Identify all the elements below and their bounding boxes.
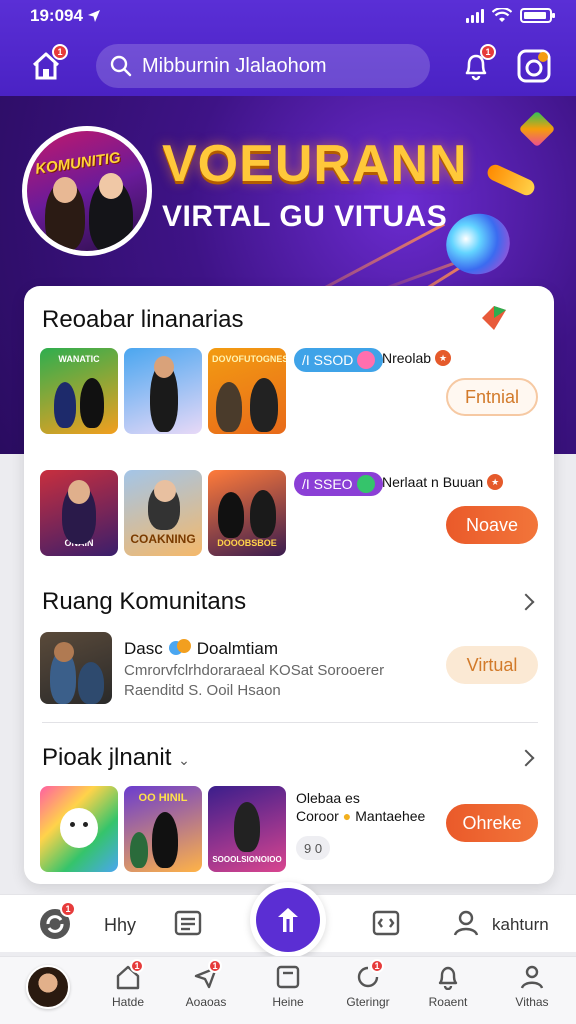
tab-messages[interactable]: 1 Aoaoas bbox=[166, 959, 246, 1009]
hero-title: VOEURANN bbox=[162, 135, 468, 193]
row-title: Nreolab ★ bbox=[382, 350, 452, 366]
section-title-community: Ruang Komunitans bbox=[42, 588, 247, 615]
user-icon bbox=[520, 965, 544, 989]
create-fab[interactable] bbox=[250, 882, 326, 958]
bell-badge: 1 bbox=[480, 44, 496, 60]
hero-community-photo: KOMUNITIG bbox=[22, 126, 152, 256]
live-pill: /I SSOD bbox=[294, 348, 384, 372]
home-badge: 1 bbox=[52, 44, 68, 60]
search-icon bbox=[110, 55, 132, 77]
event-thumbnail[interactable]: COAKNING bbox=[124, 470, 202, 556]
search-bar[interactable]: Mibburnin Jlalaohom bbox=[96, 44, 430, 88]
search-input[interactable]: Mibburnin Jlalaohom bbox=[142, 55, 327, 78]
status-icons bbox=[466, 8, 555, 23]
tutorial-button[interactable]: Fntnial bbox=[446, 378, 538, 416]
content-card: Reoabar linanarias WANATIC DOVOFUTOGNES … bbox=[24, 286, 554, 884]
join-button[interactable]: Ohreke bbox=[446, 804, 538, 842]
chevron-down-icon[interactable]: ⌄ bbox=[178, 752, 190, 768]
popular-thumbnail[interactable]: OO HINIL bbox=[124, 786, 202, 872]
community-title: Dasc Doalmtiam bbox=[124, 639, 278, 658]
sync-badge: 1 bbox=[60, 901, 76, 917]
flame-badge-icon: ★ bbox=[487, 474, 504, 490]
tab-explore[interactable]: 1 Gteringr bbox=[328, 959, 408, 1009]
event-thumbnail[interactable] bbox=[124, 348, 202, 434]
gift-icon bbox=[278, 908, 298, 932]
new-button[interactable]: Noave bbox=[446, 506, 538, 544]
tab-box[interactable]: Heine bbox=[248, 963, 328, 1009]
tab-label: Aoaoas bbox=[185, 995, 227, 1009]
live-pill: /I SSEO bbox=[294, 472, 383, 496]
event-thumbnail[interactable]: WANATIC bbox=[40, 348, 118, 434]
status-bar: 19:094 bbox=[30, 6, 101, 26]
tab-label: Gteringr bbox=[346, 995, 390, 1009]
tab-home[interactable]: 1 Hatde bbox=[88, 959, 168, 1009]
kite-icon bbox=[482, 306, 506, 330]
top-bar: 19:094 1 Mibburnin Jlalaohom 1 bbox=[0, 0, 576, 96]
event-thumbnail[interactable]: DOVOFUTOGNES bbox=[208, 348, 286, 434]
sync-button[interactable]: 1 bbox=[38, 901, 76, 941]
code-box-icon bbox=[372, 910, 400, 936]
app-square-icon bbox=[517, 49, 551, 83]
divider bbox=[42, 722, 538, 723]
balloon-icon bbox=[168, 639, 191, 655]
community-thumbnail[interactable] bbox=[40, 632, 112, 704]
gem-decoration bbox=[518, 110, 556, 148]
account-button[interactable] bbox=[452, 909, 480, 942]
community-subdescription: Raenditd S. Ooil Hsaon bbox=[124, 682, 281, 699]
popular-thumbnail[interactable] bbox=[40, 786, 118, 872]
tab-label: Hatde bbox=[111, 995, 145, 1009]
subnav-left-label[interactable]: Hhy bbox=[104, 915, 136, 936]
wifi-icon bbox=[492, 8, 512, 22]
user-icon bbox=[453, 910, 479, 936]
tab-label: Vithas bbox=[515, 995, 549, 1009]
section-title-popular: Pioak jlnanit ⌄ bbox=[42, 744, 190, 771]
bottom-tab-bar: 1 Hatde 1 Aoaoas Heine 1 Gteringr Roaent… bbox=[0, 956, 576, 1024]
grid-button[interactable] bbox=[372, 909, 400, 942]
bulb-icon: ● bbox=[342, 808, 352, 824]
battery-icon bbox=[520, 8, 555, 23]
home-button[interactable]: 1 bbox=[24, 44, 68, 88]
popular-thumbnail[interactable]: SOOOLSIONOIOO bbox=[208, 786, 286, 872]
tab-badge: 1 bbox=[370, 959, 384, 973]
tab-account[interactable]: Vithas bbox=[492, 963, 572, 1009]
tab-label: Heine bbox=[272, 995, 304, 1009]
chevron-right-icon[interactable] bbox=[517, 749, 535, 767]
list-icon bbox=[174, 910, 202, 936]
bell-icon bbox=[438, 966, 458, 990]
rocket-decoration bbox=[484, 162, 538, 198]
virtual-button[interactable]: Virtual bbox=[446, 646, 538, 684]
event-thumbnail[interactable]: ONAIN bbox=[40, 470, 118, 556]
tab-label: Roaent bbox=[428, 995, 468, 1009]
flame-badge-icon: ★ bbox=[435, 350, 452, 366]
popular-info-line2: Coroor ● Mantaehee bbox=[296, 808, 426, 824]
tab-badge: 1 bbox=[208, 959, 222, 973]
event-thumbnail[interactable]: DOOOBSBOE bbox=[208, 470, 286, 556]
notification-button[interactable]: 1 bbox=[454, 44, 498, 88]
row-title: Nerlaat n Buuan ★ bbox=[382, 474, 504, 490]
profile-app-button[interactable] bbox=[512, 44, 556, 88]
tab-badge: 1 bbox=[130, 959, 144, 973]
section-title-recommended: Reoabar linanarias bbox=[42, 306, 244, 333]
avatar bbox=[26, 965, 70, 1009]
signal-icon bbox=[466, 8, 484, 23]
location-arrow-icon bbox=[87, 10, 100, 22]
tab-profile[interactable] bbox=[8, 965, 88, 1009]
list-button[interactable] bbox=[174, 909, 202, 942]
fab-inner bbox=[256, 888, 320, 952]
status-time: 19:094 bbox=[30, 6, 83, 25]
box-icon bbox=[276, 965, 300, 989]
subnav-right-label[interactable]: kahturn bbox=[492, 915, 549, 935]
community-description: Cmrorvfclrhdoraraeal KOSat Sorooerer bbox=[124, 662, 385, 679]
hero-subtitle: VIRTAL GU VITUAS bbox=[162, 200, 448, 233]
chevron-right-icon[interactable] bbox=[517, 593, 535, 611]
popular-info-line1: Olebaa es bbox=[296, 790, 360, 806]
participants-pill: 9 0 bbox=[296, 836, 331, 860]
tab-notifications[interactable]: Roaent bbox=[408, 963, 488, 1009]
